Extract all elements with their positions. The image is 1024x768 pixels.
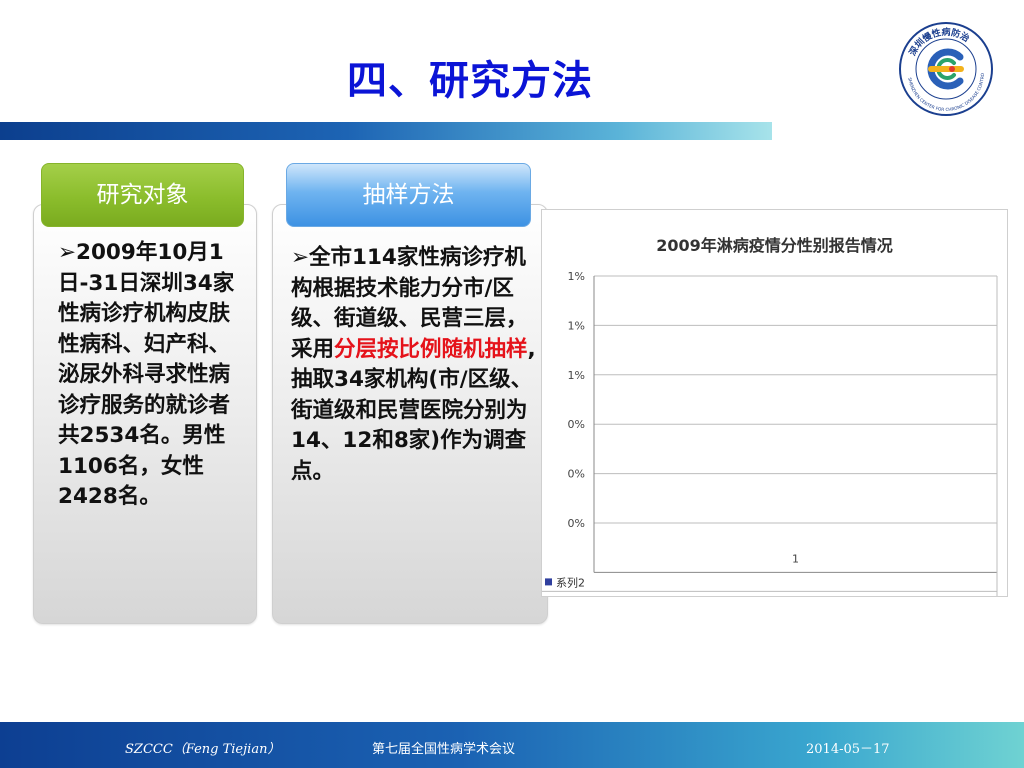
chart-y-tick-label: 0% — [568, 517, 585, 530]
chart-y-tick-label: 1% — [568, 319, 585, 332]
chart-legend-label: 系列1 — [556, 594, 585, 596]
subjects-tab: 研究对象 — [41, 163, 244, 227]
chart-plot: 1% 1% 1% 0% 0% 0% 1 系列2 系列1 — [542, 270, 998, 596]
sampling-description: ➢全市114家性病诊疗机构根据技术能力分市/区级、街道级、民营三层，采用分层按比… — [291, 243, 539, 487]
slide-title: 四、研究方法 — [347, 58, 593, 104]
chart-y-tick-label: 0% — [568, 418, 585, 431]
subjects-description: ➢2009年10月1日-31日深圳34家性病诊疗机构皮肤性病科、妇产科、泌尿外科… — [58, 240, 235, 509]
sampling-method-highlight: 分层按比例随机抽样 — [334, 336, 528, 362]
chart-legend-label: 系列2 — [556, 575, 585, 589]
title-underline-bar — [0, 122, 772, 140]
chart-y-tick-label: 0% — [568, 468, 585, 481]
szccc-logo-icon: 深圳慢性病防治 SHENZHEN CENTER FOR CHRONIC DISE… — [898, 21, 993, 116]
gonorrhea-chart: 2009年淋病疫情分性别报告情况 1%1%1%0%0%0%1系列2系列1 — [541, 209, 1008, 597]
chart-x-tick-label: 1 — [792, 552, 799, 565]
footer-author: SZCCC（Feng Tiejian） — [125, 742, 281, 757]
chart-y-tick-label: 1% — [568, 270, 585, 283]
footer-conference: 第七届全国性病学术会议 — [372, 742, 516, 757]
chart-y-tick-label: 1% — [568, 369, 585, 382]
sampling-tab: 抽样方法 — [286, 163, 531, 227]
chart-legend-swatch — [545, 578, 552, 586]
footer-date: 2014-05－17 — [806, 742, 890, 757]
